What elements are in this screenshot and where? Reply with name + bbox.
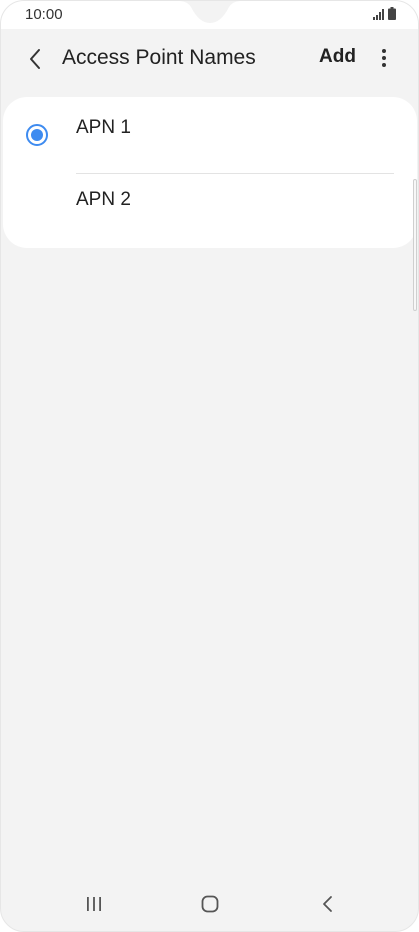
- recent-apps-button[interactable]: [79, 889, 109, 919]
- apn-item-label: APN 1: [76, 117, 131, 138]
- status-time: 10:00: [25, 6, 63, 23]
- apn-item-1[interactable]: APN 1: [3, 97, 417, 173]
- apn-item-label: APN 2: [76, 189, 131, 210]
- battery-icon: [388, 7, 396, 20]
- phone-screen: 10:00 Access Point Names Add APN 1 APN 2: [0, 0, 419, 932]
- radio-selected-icon[interactable]: [26, 124, 48, 146]
- recent-apps-icon: [87, 897, 101, 911]
- page-title: Access Point Names: [62, 46, 256, 69]
- apn-list: APN 1 APN 2: [3, 97, 417, 248]
- apn-item-2[interactable]: APN 2: [3, 173, 417, 249]
- navigation-bar: [1, 875, 418, 931]
- app-bar: Access Point Names Add: [1, 29, 418, 91]
- back-button[interactable]: [21, 45, 49, 73]
- scrollbar[interactable]: [413, 179, 417, 311]
- camera-notch: [179, 1, 241, 23]
- add-button[interactable]: Add: [319, 46, 356, 68]
- status-icons: [373, 7, 396, 20]
- back-icon: [323, 896, 332, 912]
- status-bar: 10:00: [1, 1, 418, 29]
- home-button[interactable]: [195, 889, 225, 919]
- home-icon: [201, 895, 219, 913]
- signal-icon: [373, 9, 384, 20]
- more-vertical-icon: [382, 49, 386, 67]
- more-options-button[interactable]: [373, 46, 395, 72]
- chevron-left-icon: [30, 49, 40, 69]
- nav-back-button[interactable]: [313, 889, 343, 919]
